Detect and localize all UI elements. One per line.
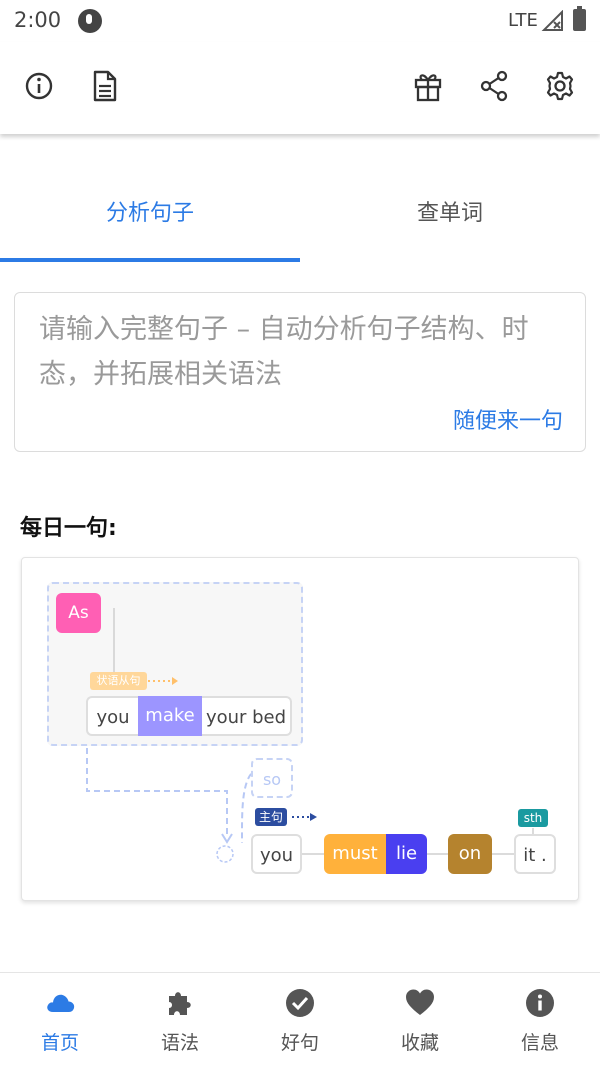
clause-word-make: make (138, 696, 202, 736)
main-clause-tag: 主句 (255, 808, 287, 826)
main-word-on: on (448, 834, 492, 874)
clause-word-your-bed: your bed (202, 696, 292, 736)
nav-item-grammar[interactable]: 语法 (120, 973, 240, 1067)
check-circle-icon (286, 989, 314, 1017)
settings-icon[interactable] (545, 68, 575, 104)
object-tag: sth (518, 809, 548, 827)
heart-icon (406, 989, 434, 1015)
random-sentence-link[interactable]: 随便来一句 (453, 403, 563, 435)
sentence-input-placeholder: 请输入完整句子 – 自动分析句子结构、时态，并拓展相关语法 (39, 314, 529, 390)
main-word-it: it . (514, 834, 556, 874)
nav-item-favorites[interactable]: 收藏 (360, 973, 480, 1067)
share-icon[interactable] (479, 68, 509, 104)
info-icon[interactable] (24, 68, 54, 104)
connector-word-so: so (251, 758, 293, 798)
info-circle-icon (526, 989, 554, 1017)
nav-label-grammar: 语法 (160, 1032, 199, 1054)
document-icon[interactable] (90, 68, 120, 104)
clause-tag: 状语从句 (90, 672, 147, 690)
status-bar: 2:00 LTE (0, 0, 600, 42)
status-time: 2:00 (14, 8, 62, 32)
conjunction-word: As (56, 593, 101, 633)
clause-word-you: you (86, 696, 138, 736)
battery-icon (573, 6, 586, 31)
nav-label-favorites: 收藏 (400, 1032, 439, 1054)
network-type: LTE (508, 10, 538, 31)
top-toolbar (0, 42, 600, 134)
nav-label-home: 首页 (40, 1032, 79, 1054)
app-notification-icon (78, 9, 102, 33)
cloud-icon (47, 994, 75, 1012)
nav-label-info: 信息 (520, 1032, 559, 1054)
daily-sentence-diagram[interactable]: As 状语从句 you make your bed so 主句 you must… (21, 557, 579, 901)
nav-item-home[interactable]: 首页 (0, 973, 120, 1067)
active-tab-indicator (0, 258, 300, 262)
signal-icon (541, 10, 563, 31)
bottom-navigation: 首页 语法 好句 收藏 信息 (0, 972, 600, 1067)
puzzle-icon (169, 992, 191, 1015)
nav-item-good-sentences[interactable]: 好句 (240, 973, 360, 1067)
gift-icon[interactable] (413, 68, 443, 104)
tab-analyze-sentence[interactable]: 分析句子 (0, 172, 300, 256)
nav-item-info[interactable]: 信息 (480, 973, 600, 1067)
main-word-you: you (251, 834, 302, 874)
main-word-lie: lie (386, 834, 427, 874)
main-word-must: must (324, 834, 386, 874)
mode-tabs: 分析句子 查单词 (0, 172, 600, 262)
sentence-input[interactable]: 请输入完整句子 – 自动分析句子结构、时态，并拓展相关语法 随便来一句 (14, 292, 586, 452)
daily-sentence-title: 每日一句: (20, 516, 117, 541)
tab-lookup-word[interactable]: 查单词 (300, 172, 600, 256)
nav-label-good-sentences: 好句 (280, 1032, 319, 1054)
